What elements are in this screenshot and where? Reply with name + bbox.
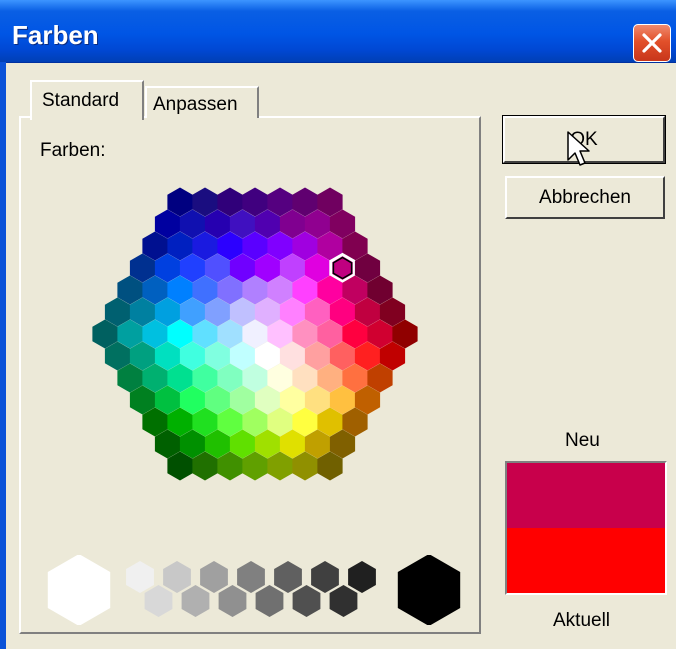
gray-color-cell[interactable] (181, 585, 210, 617)
gray-color-cell[interactable] (126, 561, 154, 593)
colors-label: Farben: (40, 140, 106, 161)
cancel-button[interactable]: Abbrechen (505, 176, 665, 219)
black-color-cell[interactable] (397, 555, 461, 625)
color-preview (505, 461, 667, 595)
window-frame-left (0, 62, 6, 649)
color-hexagon-palette[interactable] (60, 180, 450, 520)
close-icon (642, 33, 662, 53)
tab-anpassen[interactable]: Anpassen (145, 86, 259, 118)
gray-color-cell[interactable] (200, 561, 228, 593)
gray-color-cell[interactable] (237, 561, 265, 593)
gray-color-cell[interactable] (329, 585, 358, 617)
gray-color-cell[interactable] (311, 561, 339, 593)
gray-color-cell[interactable] (348, 561, 376, 593)
grayscale-palette[interactable] (40, 555, 470, 625)
tab-standard[interactable]: Standard (30, 80, 144, 120)
window-title: Farben (12, 20, 99, 50)
gray-color-cell[interactable] (255, 585, 284, 617)
tab-standard-label: Standard (42, 90, 120, 111)
new-color-swatch (507, 463, 665, 528)
title-bar[interactable]: Farben (0, 0, 676, 63)
gray-color-cell[interactable] (292, 585, 321, 617)
gray-color-cell[interactable] (218, 585, 247, 617)
close-button[interactable] (633, 24, 671, 62)
current-color-swatch (507, 528, 665, 593)
new-color-label: Neu (565, 430, 600, 451)
mouse-pointer-icon (567, 131, 590, 166)
white-color-cell[interactable] (47, 555, 111, 625)
gray-color-cell[interactable] (163, 561, 191, 593)
gray-color-cell[interactable] (274, 561, 302, 593)
gray-color-cell[interactable] (144, 585, 173, 617)
tab-anpassen-label: Anpassen (153, 94, 238, 115)
current-color-label: Aktuell (553, 610, 611, 631)
